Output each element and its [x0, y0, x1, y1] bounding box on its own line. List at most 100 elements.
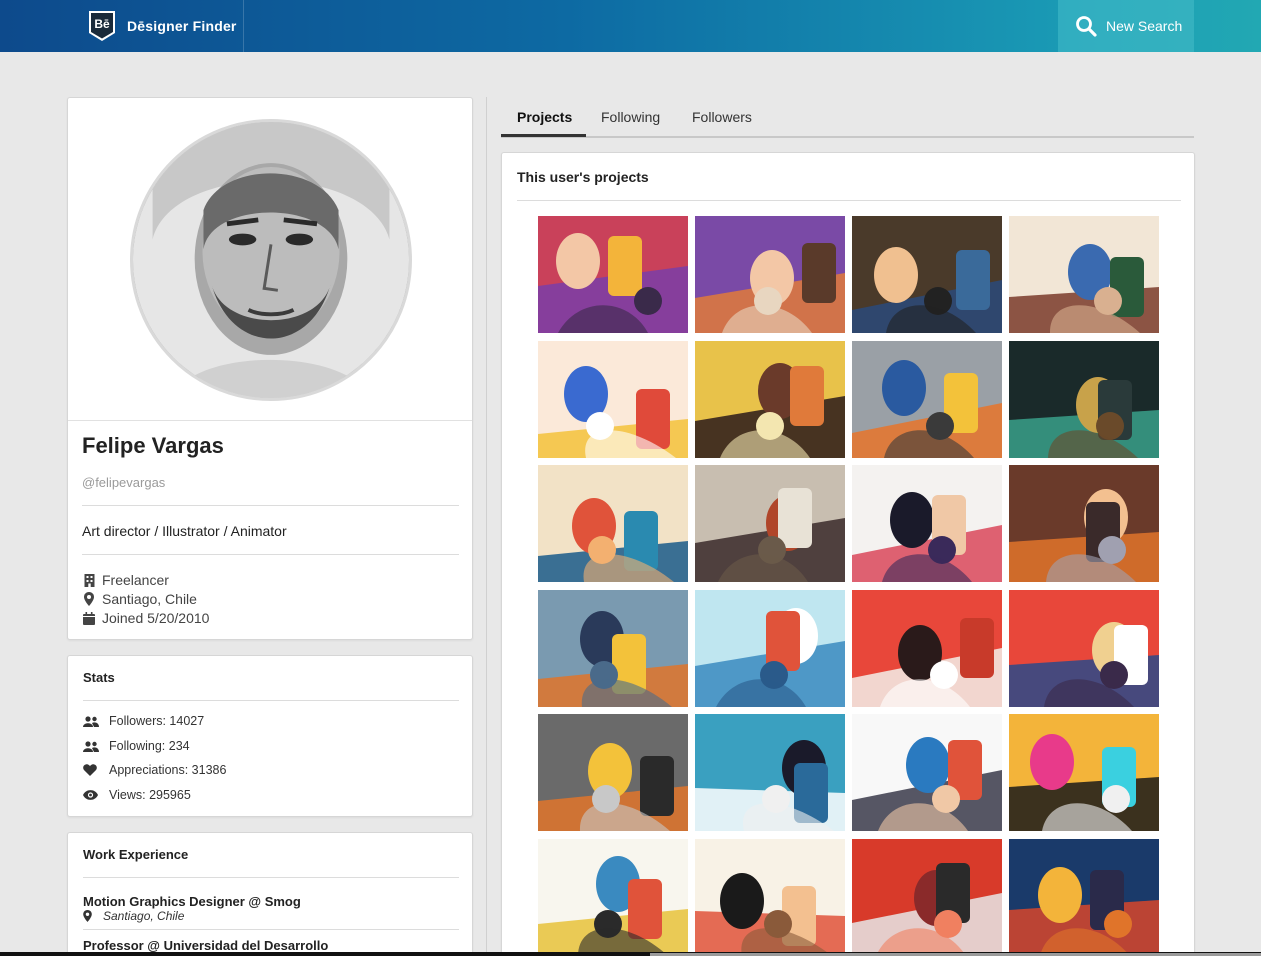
- profile-card: Felipe Vargas @felipevargas Art director…: [67, 97, 473, 640]
- project-thumbnail-market-crowd[interactable]: [695, 340, 845, 458]
- project-thumbnail-bearded-men-coffee[interactable]: [695, 216, 845, 333]
- views-stat: Views: 295965: [83, 788, 191, 802]
- project-artwork-image: [1009, 465, 1159, 582]
- avatar: [130, 119, 412, 401]
- map-marker-icon: [82, 592, 96, 606]
- avatar-section: [68, 98, 472, 421]
- project-thumbnail-jazz-bassist[interactable]: [695, 838, 845, 956]
- project-artwork-image: [538, 216, 688, 333]
- location-row: Santiago, Chile: [82, 591, 197, 607]
- job-title: Motion Graphics Designer @ Smog: [83, 894, 301, 909]
- avatar-portrait-image: [133, 122, 409, 398]
- company-row: Freelancer: [82, 572, 169, 588]
- project-thumbnail-musicians[interactable]: [538, 838, 688, 956]
- calendar-icon: [82, 611, 96, 625]
- column-divider: [486, 97, 487, 956]
- divider: [517, 200, 1181, 201]
- project-thumbnail-woman-fox-orange[interactable]: [1009, 465, 1159, 582]
- work-experience-card: Work Experience Motion Graphics Designer…: [67, 832, 473, 956]
- project-artwork-image: [1009, 589, 1159, 707]
- job-title: Professor @ Universidad del Desarrollo: [83, 938, 329, 953]
- project-artwork-image: [852, 589, 1002, 707]
- top-navbar: Bē Dēsigner Finder New Search: [0, 0, 1261, 52]
- job-location-text: Santiago, Chile: [103, 909, 185, 923]
- project-artwork-image: [538, 465, 688, 582]
- project-artwork-image: [852, 838, 1002, 956]
- views-text: Views: 295965: [109, 788, 191, 802]
- tab-projects[interactable]: Projects: [517, 109, 572, 125]
- map-marker-icon: [83, 910, 97, 922]
- building-icon: [82, 573, 96, 587]
- job-location: Santiago, Chile: [83, 909, 184, 923]
- svg-text:Bē: Bē: [94, 17, 110, 31]
- project-thumbnail-woman-guitar[interactable]: [538, 714, 688, 831]
- project-artwork-image: [538, 589, 688, 707]
- project-thumbnail-family-portrait[interactable]: [1009, 216, 1159, 333]
- heart-icon: [83, 764, 99, 777]
- project-thumbnail-harbor-city[interactable]: [538, 465, 688, 582]
- projects-title: This user's projects: [517, 169, 649, 185]
- following-text: Following: 234: [109, 739, 190, 753]
- project-thumbnail-nigeria-street[interactable]: [695, 465, 845, 582]
- project-artwork-image: [695, 216, 845, 333]
- followers-stat: Followers: 14027: [83, 714, 204, 728]
- divider: [83, 877, 459, 878]
- project-thumbnail-woman-blue-poster[interactable]: [695, 714, 845, 831]
- project-thumbnail-men-in-caps[interactable]: [852, 216, 1002, 333]
- project-thumbnail-mtv-millennial-awards[interactable]: [1009, 714, 1159, 831]
- divider: [82, 554, 459, 555]
- users-icon: [83, 715, 99, 728]
- project-artwork-image: [852, 216, 1002, 333]
- appreciations-text: Appreciations: 31386: [109, 763, 227, 777]
- project-thumbnail-business-team[interactable]: [852, 714, 1002, 831]
- project-artwork-image: [538, 714, 688, 831]
- appreciations-stat: Appreciations: 31386: [83, 763, 226, 777]
- project-thumbnail-hand-drawing[interactable]: [852, 589, 1002, 707]
- project-thumbnail-windmill-sunset[interactable]: [1009, 589, 1159, 707]
- project-artwork-image: [1009, 714, 1159, 831]
- project-thumbnail-bird-science[interactable]: [538, 589, 688, 707]
- following-stat: Following: 234: [83, 739, 190, 753]
- project-artwork-image: [695, 838, 845, 956]
- tab-followers[interactable]: Followers: [692, 109, 752, 125]
- project-artwork-image: [538, 838, 688, 956]
- divider: [83, 700, 459, 701]
- new-search-button[interactable]: New Search: [1058, 0, 1194, 52]
- project-artwork-image: [538, 340, 688, 458]
- project-artwork-image: [695, 465, 845, 582]
- project-thumbnail-woman-violin[interactable]: [1009, 340, 1159, 458]
- behance-shield-logo: Bē: [89, 11, 115, 41]
- eye-icon: [83, 789, 99, 802]
- project-thumbnail-kitchen-scene[interactable]: [695, 589, 845, 707]
- project-artwork-image: [695, 589, 845, 707]
- profile-name: Felipe Vargas: [82, 433, 224, 458]
- project-artwork-image: [852, 465, 1002, 582]
- project-artwork-image: [852, 714, 1002, 831]
- project-thumbnail-woman-glasses[interactable]: [538, 216, 688, 333]
- project-thumbnail-hands-gesture[interactable]: [538, 340, 688, 458]
- joined-row: Joined 5/20/2010: [82, 610, 209, 626]
- project-thumbnail-man-profile-pink[interactable]: [852, 465, 1002, 582]
- active-tab-indicator: [501, 134, 586, 137]
- company-text: Freelancer: [102, 572, 169, 588]
- project-thumbnail-number-six[interactable]: [852, 340, 1002, 458]
- project-artwork-image: [1009, 838, 1159, 956]
- project-thumbnail-man-in-suit-bridge[interactable]: [1009, 838, 1159, 956]
- project-artwork-image: [695, 714, 845, 831]
- profile-role: Art director / Illustrator / Animator: [82, 523, 287, 539]
- profile-tabs: Projects Following Followers: [501, 97, 1194, 138]
- divider: [82, 505, 459, 506]
- joined-text: Joined 5/20/2010: [102, 610, 210, 626]
- location-text: Santiago, Chile: [102, 591, 197, 607]
- tab-following[interactable]: Following: [601, 109, 660, 125]
- stats-card: Stats Followers: 14027 Following: 234 Ap…: [67, 655, 473, 817]
- project-thumbnail-stormtrooper[interactable]: [852, 838, 1002, 956]
- brand-home-link[interactable]: Bē Dēsigner Finder: [67, 0, 244, 52]
- stats-title: Stats: [83, 670, 115, 685]
- app-name: Dēsigner Finder: [127, 18, 237, 34]
- search-icon: [1076, 16, 1097, 37]
- horizontal-scrollbar[interactable]: [0, 952, 1261, 956]
- profile-handle: @felipevargas: [82, 475, 166, 490]
- work-experience-title: Work Experience: [83, 847, 189, 862]
- project-artwork-image: [1009, 216, 1159, 333]
